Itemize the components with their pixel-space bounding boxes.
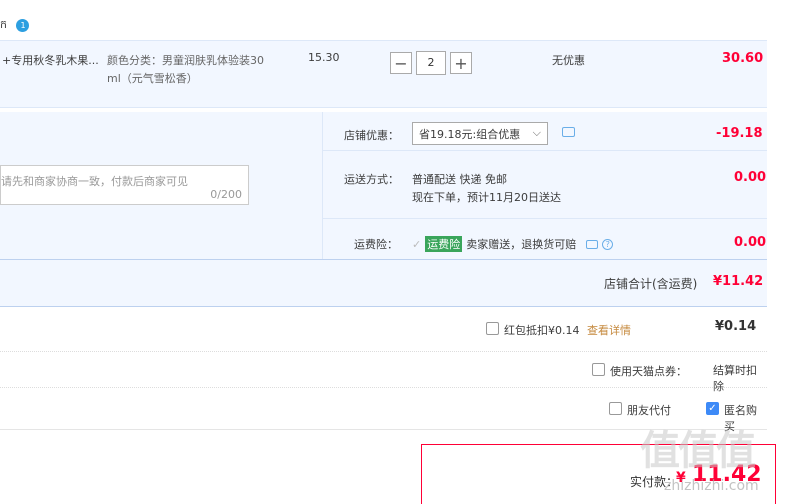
sku-line-1: 颜色分类：男童润肤乳体验装30: [107, 54, 264, 67]
info-badge-icon: 1: [16, 19, 30, 32]
sku-line-2: ml（元气雪松香）: [107, 72, 198, 85]
chat-icon[interactable]: [562, 127, 575, 137]
insurance-text: 卖家赠送，退换货可赔: [466, 238, 577, 251]
seller-message-input[interactable]: 请先和商家协商一致，付款后商家可见 0/200: [0, 165, 249, 205]
tmall-points-checkbox[interactable]: [592, 363, 605, 376]
insurance-tag: 运费险: [425, 236, 463, 252]
shipping-method: 普通配送 快递 免邮: [412, 173, 507, 186]
anonymous-checkbox[interactable]: ✓: [706, 402, 719, 415]
item-price: 15.30: [308, 51, 340, 64]
quantity-stepper: − 2 +: [390, 51, 472, 75]
watermark-logo: 值值值: [640, 428, 756, 474]
tmall-points-label: 使用天猫点券：: [610, 365, 687, 378]
redpacket-label: 红包抵扣¥0.14: [504, 324, 580, 337]
friend-pay-label: 朋友代付: [627, 404, 671, 417]
insurance-label: 运费险：: [354, 238, 398, 251]
shop-total-label: 店铺合计(含运费): [604, 277, 698, 291]
friend-pay-checkbox[interactable]: [609, 402, 622, 415]
shipping-value: 0.00: [734, 170, 767, 185]
promo-label: 店铺优惠：: [344, 129, 399, 142]
shipping-label: 运送方式：: [344, 173, 399, 186]
shop-section: 请先和商家协商一致，付款后商家可见 0/200 店铺优惠： 省19.18元:组合…: [0, 112, 767, 307]
promo-select-value: 省19.18元:组合优惠: [419, 127, 521, 141]
tmall-points-row: 使用天猫点券： 结算时扣除: [0, 352, 767, 393]
quantity-input[interactable]: 2: [416, 51, 446, 75]
shipping-eta: 现在下单，预计11月20日送达: [412, 191, 561, 204]
chevron-down-icon: ⌵: [532, 126, 541, 139]
shipping-info: 普通配送 快递 免邮 现在下单，预计11月20日送达: [412, 171, 561, 207]
header-title-fragment: ក: [0, 18, 7, 31]
redpacket-checkbox[interactable]: [486, 322, 499, 335]
item-title-link[interactable]: +专用秋冬乳木果...: [2, 52, 99, 68]
insurance-row: ✓ 运费险 卖家赠送，退换货可赔 ?: [412, 236, 614, 252]
promo-select[interactable]: 省19.18元:组合优惠 ⌵: [412, 122, 548, 145]
watermark-url: zhizhizhi.com: [664, 478, 759, 494]
help-icon[interactable]: ?: [602, 238, 614, 250]
item-discount: 无优惠: [552, 54, 585, 67]
redpacket-row: 红包抵扣¥0.14 查看详情 ¥0.14: [0, 310, 767, 352]
message-count: 0/200: [210, 188, 242, 201]
divider: [0, 259, 767, 260]
item-sku: 颜色分类：男童润肤乳体验装30 ml（元气雪松香）: [107, 52, 264, 88]
quantity-plus-button[interactable]: +: [450, 52, 472, 74]
promo-value: -19.18: [716, 126, 763, 141]
check-icon: ✓: [412, 237, 422, 251]
item-row: +专用秋冬乳木果... 颜色分类：男童润肤乳体验装30 ml（元气雪松香） 15…: [0, 40, 767, 108]
chat-icon[interactable]: [586, 239, 599, 249]
header-fragment: ក 1: [0, 18, 30, 34]
divider: [323, 218, 767, 219]
divider: [323, 150, 767, 151]
divider: [322, 112, 323, 259]
insurance-value: 0.00: [734, 235, 767, 250]
shop-total-value: ¥11.42: [713, 274, 764, 289]
message-placeholder: 请先和商家协商一致，付款后商家可见: [1, 175, 188, 188]
redpacket-value: ¥0.14: [715, 319, 757, 334]
quantity-minus-button[interactable]: −: [390, 52, 412, 74]
item-subtotal: 30.60: [722, 51, 764, 66]
redpacket-details-link[interactable]: 查看详情: [587, 322, 631, 338]
